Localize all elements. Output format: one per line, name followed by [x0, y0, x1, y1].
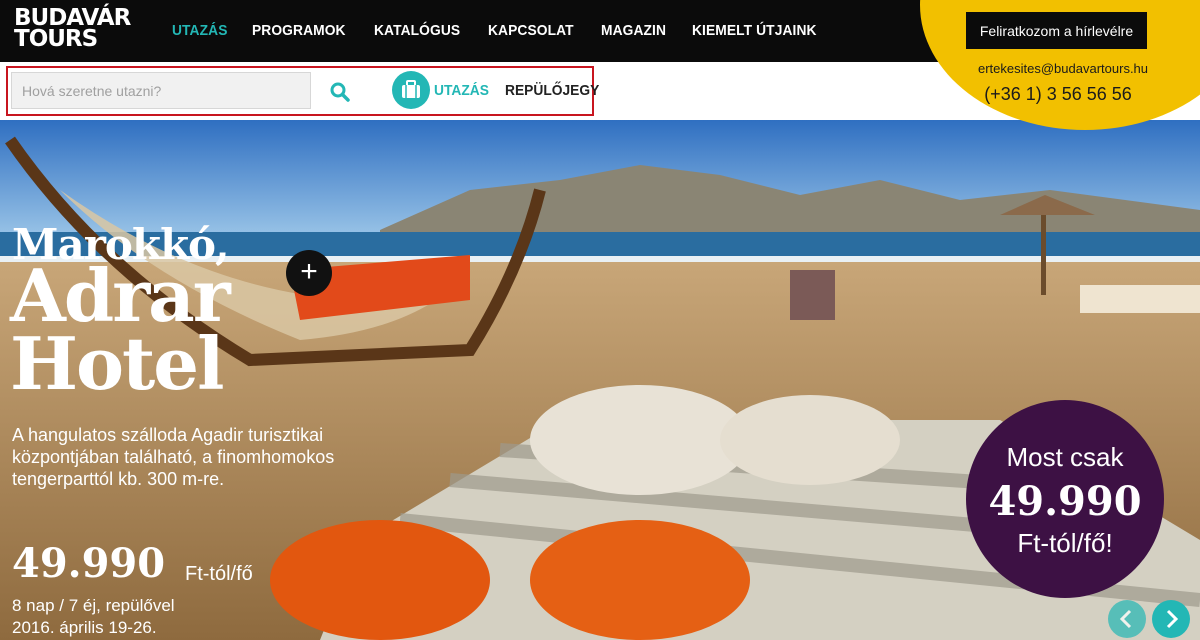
- search-input[interactable]: [11, 72, 311, 109]
- nav-item-katalogus[interactable]: KATALÓGUS: [374, 22, 460, 39]
- travel-mode-button[interactable]: [392, 71, 430, 109]
- hero-price-unit: Ft-tól/fő: [185, 563, 253, 585]
- nav-item-programok[interactable]: PROGRAMOK: [252, 22, 346, 39]
- hero-description: A hangulatos szálloda Agadir turisztikai…: [12, 425, 335, 489]
- nav-item-kiemelt-utjaink[interactable]: KIEMELT ÚTJAINK: [692, 22, 817, 39]
- more-info-plus-button[interactable]: +: [286, 250, 332, 296]
- mode-repulojegy-label[interactable]: REPÜLŐJEGY: [505, 82, 599, 99]
- subscribe-newsletter-button[interactable]: Feliratkozom a hírlevélre: [966, 12, 1147, 49]
- chevron-left-icon: [1119, 609, 1132, 629]
- hero-date: 2016. április 19-26.: [12, 618, 157, 637]
- contact-email[interactable]: ertekesites@budavartours.hu: [978, 61, 1148, 76]
- nav-item-kapcsolat[interactable]: KAPCSOLAT: [488, 22, 574, 39]
- contact-phone[interactable]: (+36 1) 3 56 56 56: [978, 84, 1138, 105]
- search-icon: [330, 82, 350, 102]
- promo-line-3: Ft-tól/fő!: [1017, 528, 1113, 558]
- promo-badge[interactable]: Most csak 49.990 Ft-tól/fő!: [966, 400, 1164, 598]
- main-menu: UTAZÁS PROGRAMOK KATALÓGUS KAPCSOLAT MAG…: [172, 22, 827, 39]
- nav-item-magazin[interactable]: MAGAZIN: [601, 22, 666, 39]
- plus-icon: +: [300, 255, 318, 288]
- hero-price: 49.990: [12, 540, 166, 587]
- logo[interactable]: BUDAVÁR TOURS: [14, 7, 131, 52]
- suitcase-icon: [402, 80, 420, 98]
- hero-duration: 8 nap / 7 éj, repülővel: [12, 596, 175, 615]
- hero-title-main: Adrar Hotel: [10, 253, 231, 406]
- logo-line-2: TOURS: [14, 26, 98, 52]
- hero-title-line-2: Adrar: [10, 253, 231, 338]
- nav-item-utazas[interactable]: UTAZÁS: [172, 22, 228, 39]
- hero-banner[interactable]: Marokkó, Adrar Hotel + A hangulatos szál…: [0, 120, 1200, 640]
- slider-prev-button[interactable]: [1108, 600, 1146, 638]
- promo-line-1: Most csak: [1006, 442, 1124, 472]
- slider-next-button[interactable]: [1152, 600, 1190, 638]
- mode-utazas-label[interactable]: UTAZÁS: [434, 82, 489, 99]
- hero-title-line-3: Hotel: [10, 321, 224, 406]
- promo-price: 49.990: [988, 478, 1142, 525]
- chevron-right-icon: [1166, 609, 1179, 629]
- search-button[interactable]: [328, 80, 352, 104]
